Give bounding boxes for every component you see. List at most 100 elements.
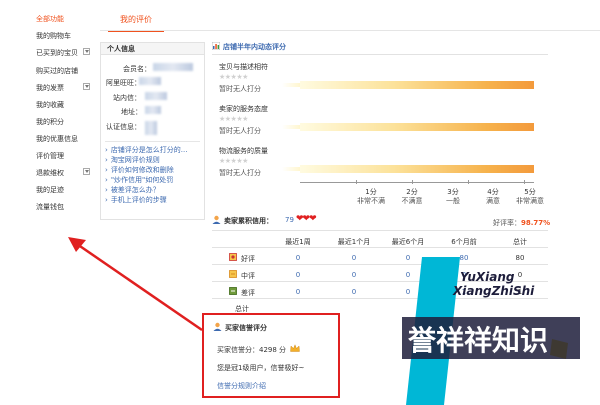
good-rate-value: 98.77% xyxy=(521,219,551,227)
watermark-logo: YuXiang XiangZhiShi 誉祥祥知识 xyxy=(402,257,580,405)
help-link-bad-review[interactable]: 被差评怎么办？ xyxy=(105,185,160,195)
verification-label: 认证信息： xyxy=(106,123,141,131)
wangwang-value xyxy=(139,77,161,85)
seller-credit-title: 卖家累积信用： xyxy=(224,217,273,225)
buyer-level-text: 您是冠1级用户，信誉极好~ xyxy=(217,364,305,372)
nav-review-management[interactable]: 评价管理 xyxy=(36,151,64,161)
address-value xyxy=(145,106,161,114)
row-label-bad: 差评 xyxy=(241,289,255,297)
tab-divider xyxy=(100,30,600,31)
heart-icon: ❤❤❤ xyxy=(296,214,317,224)
left-navigation: 全部功能 我的购物车 已买到的宝贝 购买过的店铺 我的发票 我的收藏 我的积分 … xyxy=(0,0,100,405)
rating-scale-axis xyxy=(300,182,534,183)
rating-bar xyxy=(300,81,534,89)
rating-status: 暂时无人打分 xyxy=(219,169,261,177)
dynamic-rating-divider xyxy=(212,54,548,55)
rating-status: 暂时无人打分 xyxy=(219,85,261,93)
rating-bar-tail xyxy=(282,125,300,129)
nav-bought-items[interactable]: 已买到的宝贝 xyxy=(36,48,78,58)
cell-good-month[interactable]: 0 xyxy=(332,254,376,262)
scale-tick xyxy=(524,180,525,184)
member-name-label: 会员名： xyxy=(123,65,151,73)
annotation-arrow-icon xyxy=(68,237,203,332)
nav-bought-shops[interactable]: 购买过的店铺 xyxy=(36,66,78,76)
category-service: 卖家的服务态度 xyxy=(219,105,268,113)
rating-bar xyxy=(300,165,534,173)
info-divider xyxy=(105,141,200,142)
star-rating: ★★★★★ xyxy=(219,157,248,165)
crown-icon xyxy=(290,344,300,352)
nav-cart[interactable]: 我的购物车 xyxy=(36,31,71,41)
watermark-chinese: 誉祥祥知识 xyxy=(408,324,548,357)
good-rate-label: 好评率： xyxy=(493,219,521,227)
scale-label-4: 满意 xyxy=(486,197,500,205)
buyer-avatar-icon xyxy=(213,322,222,331)
nav-all-functions[interactable]: 全部功能 xyxy=(36,14,64,24)
address-label: 地址： xyxy=(121,108,142,116)
nav-data-wallet[interactable]: 流量钱包 xyxy=(36,202,64,212)
category-description: 宝贝与描述相符 xyxy=(219,63,268,71)
message-label: 站内信： xyxy=(113,94,141,102)
nav-refunds[interactable]: 退款维权 xyxy=(36,168,64,178)
good-rate: 好评率：98.77% xyxy=(493,218,550,228)
buyer-score-label: 买家信誉分： xyxy=(217,346,259,354)
buyer-score-line: 买家信誉分：4298 分 xyxy=(217,345,286,355)
nav-invoices[interactable]: 我的发票 xyxy=(36,83,64,93)
cell-neutral-month[interactable]: 0 xyxy=(332,271,376,279)
cell-good-week[interactable]: 0 xyxy=(278,254,318,262)
buyer-score-value: 4298 分 xyxy=(259,346,287,354)
help-link-mobile[interactable]: 手机上评价的步骤 xyxy=(105,195,167,205)
bad-review-icon xyxy=(229,287,237,295)
wangwang-label: 阿里旺旺： xyxy=(106,79,141,87)
col-header-week: 最近1周 xyxy=(285,238,311,246)
rating-status: 暂时无人打分 xyxy=(219,127,261,135)
chart-icon xyxy=(212,42,220,50)
chevron-down-icon[interactable] xyxy=(83,168,90,175)
col-header-before-6months: 6个月前 xyxy=(451,238,477,246)
cell-bad-week[interactable]: 0 xyxy=(278,288,318,296)
category-logistics: 物流服务的质量 xyxy=(219,147,268,155)
member-name-value xyxy=(153,63,193,71)
table-row-border xyxy=(212,247,548,248)
scale-label-2: 不满意 xyxy=(401,197,423,205)
personal-info-panel: 个人信息 会员名： 阿里旺旺： 站内信： 地址： 认证信息： 店铺评分是怎么打分… xyxy=(100,42,205,220)
star-rating: ★★★★★ xyxy=(219,73,248,81)
message-value xyxy=(145,92,167,100)
row-label-neutral: 中评 xyxy=(241,272,255,280)
cell-neutral-week[interactable]: 0 xyxy=(278,271,318,279)
rating-bar xyxy=(300,123,534,131)
nav-favorites[interactable]: 我的收藏 xyxy=(36,100,64,110)
seller-credit-score[interactable]: 79 xyxy=(285,216,294,224)
nav-footprints[interactable]: 我的足迹 xyxy=(36,185,64,195)
chevron-down-icon[interactable] xyxy=(83,48,90,55)
cell-bad-month[interactable]: 0 xyxy=(332,288,376,296)
scale-label-1: 非常不满 xyxy=(357,197,385,205)
nav-points[interactable]: 我的积分 xyxy=(36,117,64,127)
buyer-rules-link[interactable]: 信誉分规则介绍 xyxy=(217,381,266,391)
table-top-border xyxy=(212,230,548,231)
help-link-edit[interactable]: 评价如何修改和删除 xyxy=(105,165,174,175)
scale-label-5: 非常满意 xyxy=(516,197,544,205)
scale-tick xyxy=(468,180,469,184)
col-header-total: 总计 xyxy=(513,238,527,246)
scale-label-3: 一般 xyxy=(446,197,460,205)
rating-bar-tail xyxy=(282,167,300,171)
col-header-month: 最近1个月 xyxy=(337,238,371,246)
watermark-pinyin-1: YuXiang xyxy=(460,270,515,284)
personal-info-title: 个人信息 xyxy=(101,43,204,55)
buyer-credit-panel: 买家信誉评分 买家信誉分：4298 分 您是冠1级用户，信誉极好~ 信誉分规则介… xyxy=(202,313,340,398)
verification-value xyxy=(145,121,157,135)
rating-bar-tail xyxy=(282,83,300,87)
chevron-down-icon[interactable] xyxy=(83,83,90,90)
nav-coupons[interactable]: 我的优惠信息 xyxy=(36,134,78,144)
watermark-pinyin-2: XiangZhiShi xyxy=(452,284,535,298)
tab-my-reviews[interactable]: 我的评价 xyxy=(108,11,164,32)
neutral-review-icon xyxy=(229,270,237,278)
help-link-score[interactable]: 店铺评分是怎么打分的... xyxy=(105,145,188,155)
help-link-penalty[interactable]: "炒作信用"如何处罚 xyxy=(105,175,173,185)
col-header-6months: 最近6个月 xyxy=(391,238,425,246)
help-link-rules[interactable]: 淘宝网评价规则 xyxy=(105,155,160,165)
row-label-good: 好评 xyxy=(241,255,255,263)
star-rating: ★★★★★ xyxy=(219,115,248,123)
scale-tick xyxy=(412,180,413,184)
